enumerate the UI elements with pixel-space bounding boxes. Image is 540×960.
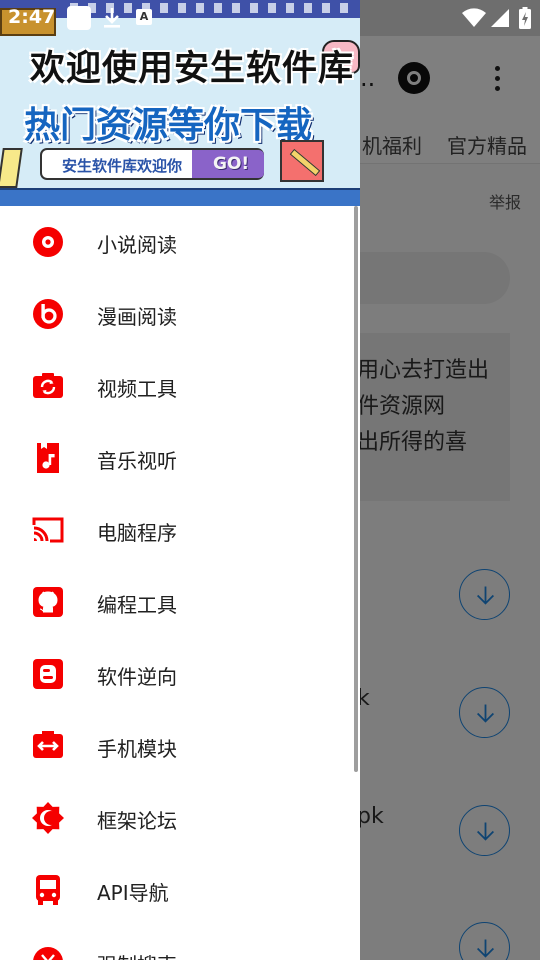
menu-item-reverse-engineering[interactable]: 软件逆向: [0, 638, 360, 710]
wifi-icon: [462, 8, 486, 27]
blogger-icon: [33, 659, 63, 689]
keyboard-notification-icon: A: [136, 9, 152, 25]
menu-item-comic-reading[interactable]: 漫画阅读: [0, 278, 360, 350]
money-icon: [33, 947, 63, 960]
menu-item-forced-search[interactable]: 强制搜索: [0, 926, 360, 960]
menu-item-phone-modules[interactable]: 手机模块: [0, 710, 360, 782]
menu-item-label: 软件逆向: [97, 665, 177, 689]
menu-item-label: API导航: [97, 881, 169, 905]
banner-subline: 热门资源等你下载: [24, 105, 313, 146]
banner-go-button: GO!: [192, 150, 264, 178]
menu-item-label: 编程工具: [97, 593, 177, 617]
drawer-menu: 小说阅读 漫画阅读 视频工具 音乐视听 电脑程序 编程工具 软件逆向 手机模块 …: [0, 206, 360, 960]
notification-icon: [67, 6, 91, 30]
battery-charging-icon: [519, 7, 531, 29]
menu-item-label: 手机模块: [97, 737, 177, 761]
menu-item-label: 小说阅读: [97, 233, 177, 257]
menu-item-music[interactable]: 音乐视听: [0, 422, 360, 494]
menu-item-programming-tools[interactable]: 编程工具: [0, 566, 360, 638]
menu-item-api-navigation[interactable]: API导航: [0, 854, 360, 926]
menu-item-video-tools[interactable]: 视频工具: [0, 350, 360, 422]
signal-icon: [491, 9, 509, 27]
banner-go-label: GO!: [213, 154, 250, 174]
menu-item-label: 框架论坛: [97, 809, 177, 833]
menu-item-label: 视频工具: [97, 377, 177, 401]
cast-icon: [32, 517, 64, 543]
banner-welcome-text: 安生软件库欢迎你: [62, 157, 183, 175]
pencil-icon: [280, 140, 324, 182]
cup-icon: [0, 148, 23, 188]
status-bar-right: [360, 0, 540, 36]
menu-item-pc-programs[interactable]: 电脑程序: [0, 494, 360, 566]
horizontal-arrows-icon: [33, 731, 63, 758]
github-icon: [33, 587, 63, 617]
navigation-drawer: 欢迎使用安生软件库 热门资源等你下载 安生软件库欢迎你 GO! 小说阅读 漫画阅…: [0, 0, 360, 960]
banner-headline: 欢迎使用安生软件库: [30, 49, 355, 89]
status-time: 2:47: [8, 6, 56, 28]
bus-icon: [36, 875, 60, 905]
menu-item-label: 音乐视听: [97, 449, 177, 473]
menu-item-label: 强制搜索: [97, 949, 177, 960]
menu-item-novel-reading[interactable]: 小说阅读: [0, 206, 360, 278]
menu-item-label: 漫画阅读: [97, 305, 177, 329]
music-file-icon: [37, 443, 59, 473]
drawer-scrollbar[interactable]: [354, 206, 358, 772]
beats-logo-icon: [33, 299, 63, 329]
download-notification-icon: [104, 8, 120, 28]
banner-bottom-strip: [0, 188, 360, 206]
banner-welcome-bar: 安生软件库欢迎你 GO!: [40, 148, 264, 180]
record-disc-icon: [33, 227, 63, 257]
camera-switch-icon: [33, 373, 63, 398]
brightness-icon: [32, 802, 64, 834]
menu-item-label: 电脑程序: [97, 521, 177, 545]
menu-item-framework-forum[interactable]: 框架论坛: [0, 782, 360, 854]
status-bar: 2:47 A: [0, 0, 540, 36]
